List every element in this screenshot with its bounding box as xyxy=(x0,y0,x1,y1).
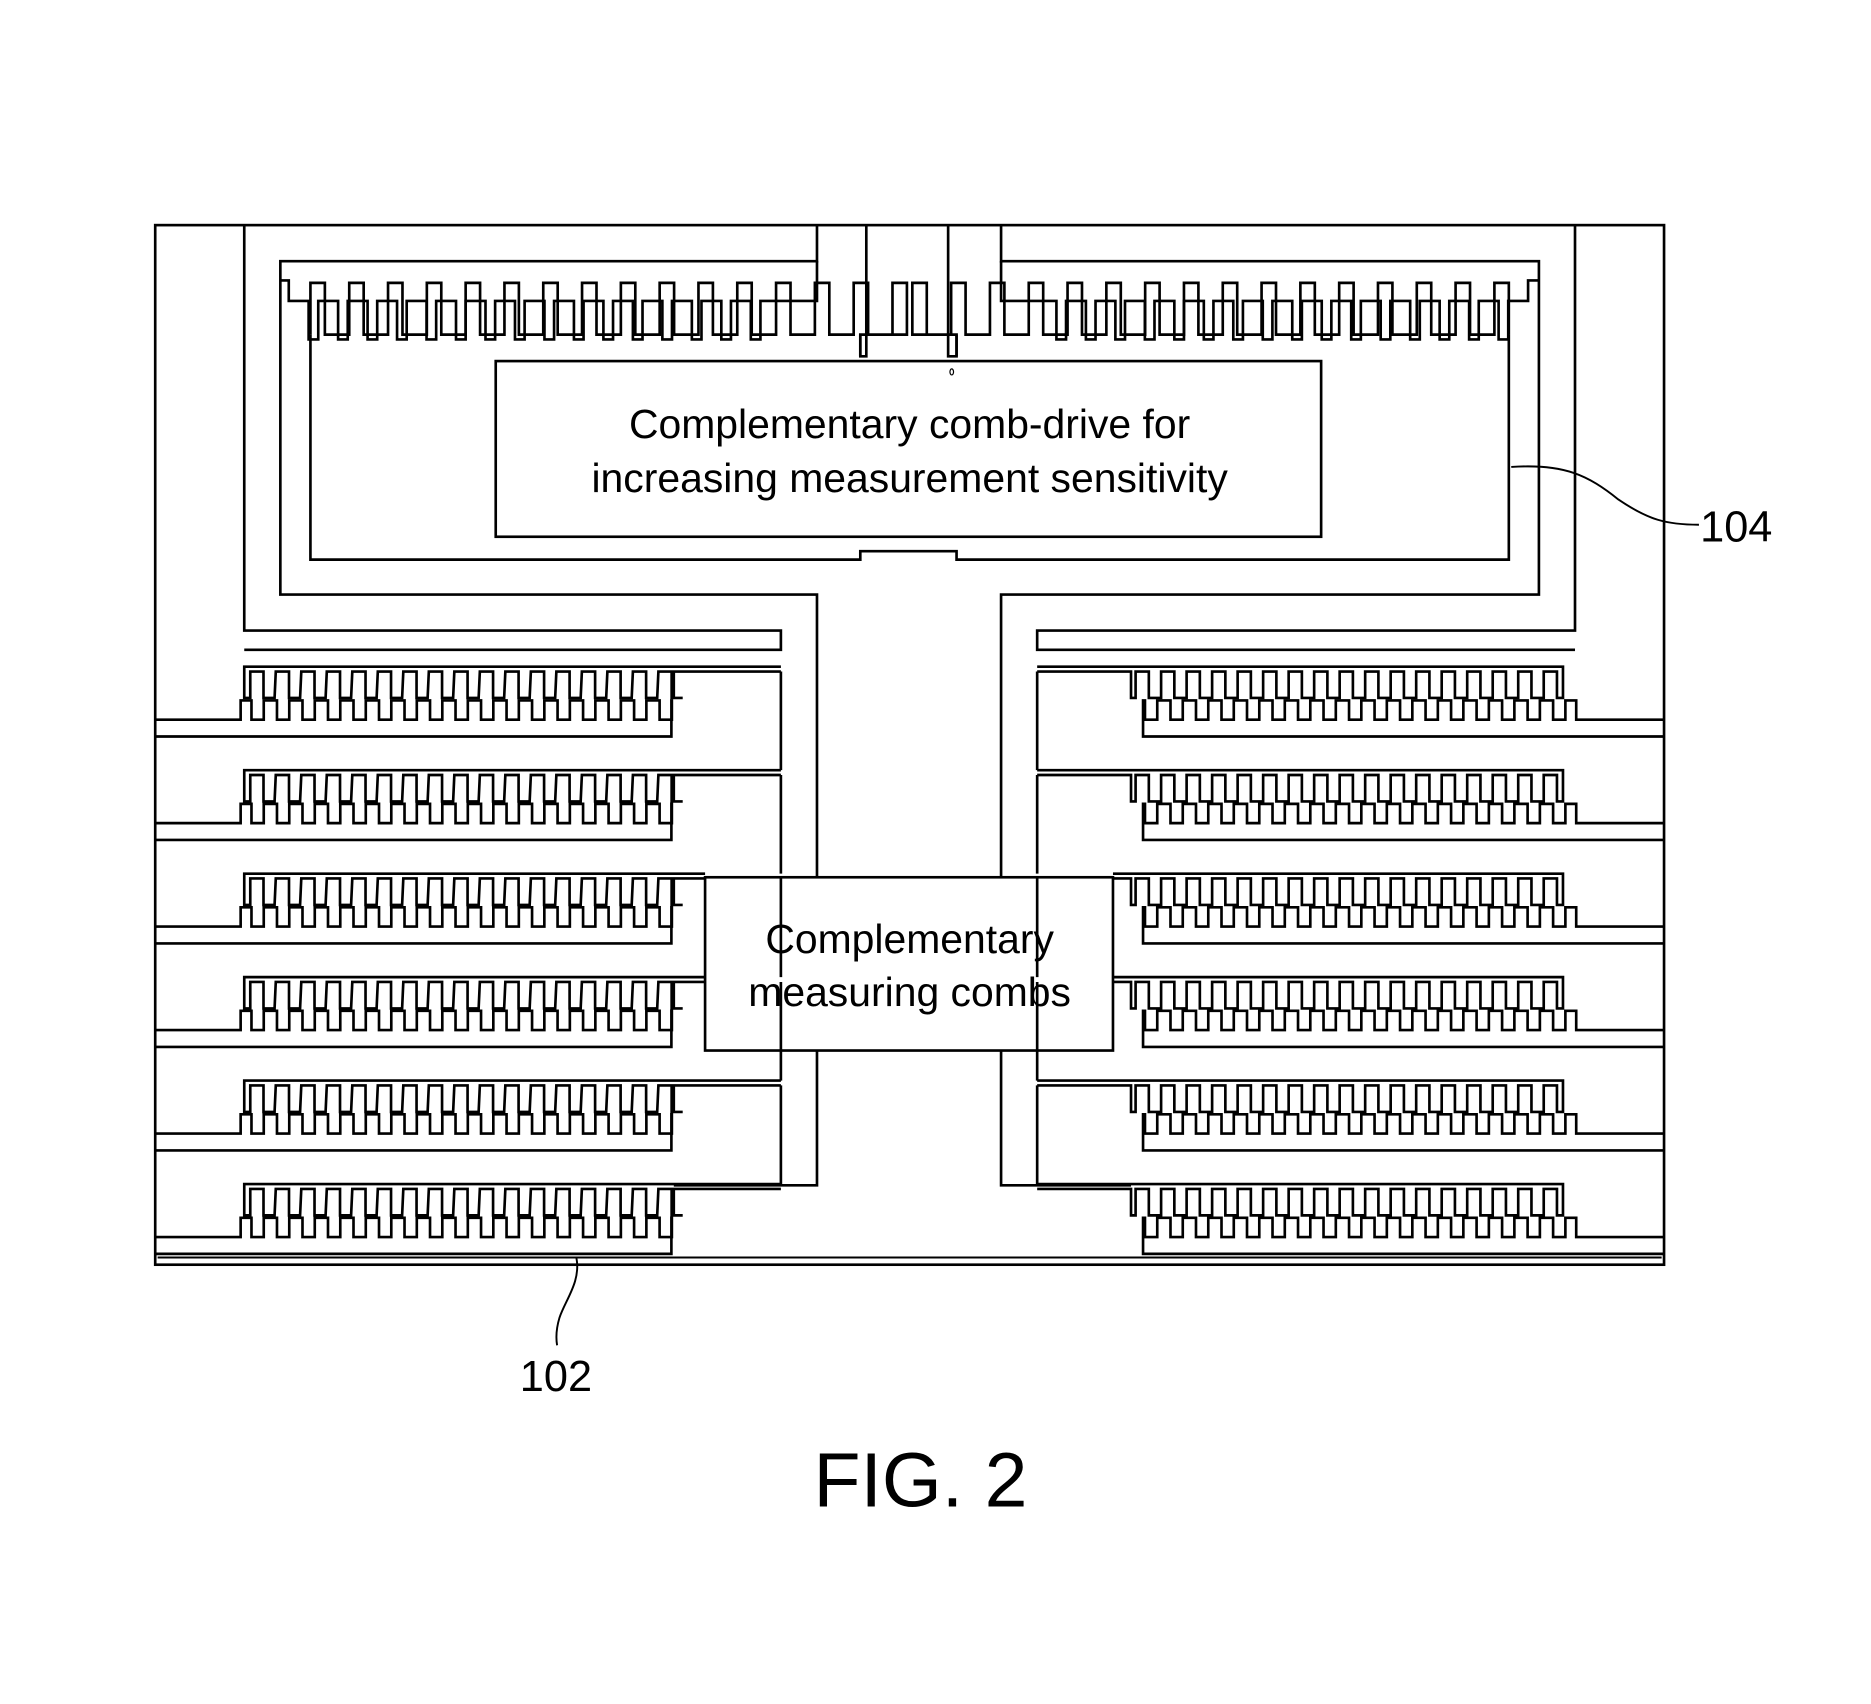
measuring-comb-stator-left xyxy=(155,1009,674,1049)
measuring-comb-stator-right xyxy=(1141,906,1665,945)
measuring-comb-rotor-right xyxy=(1037,1182,1565,1217)
figure-caption: FIG. 2 xyxy=(813,1438,1027,1524)
measuring-comb-rotor-left xyxy=(242,768,781,803)
measure-label-line2: measuring combs xyxy=(748,969,1071,1015)
measuring-comb-stator-left xyxy=(155,1216,674,1256)
drive-label-line2: increasing measurement sensitivity xyxy=(591,455,1228,501)
fig2-diagram: Complementary comb-drive for increasing … xyxy=(153,223,1772,1524)
measuring-comb-rotor-right xyxy=(1112,872,1565,907)
measuring-comb-rotor-right xyxy=(1037,768,1565,803)
measuring-comb-rotor-right xyxy=(1037,665,1565,700)
measuring-comb-rotor-left xyxy=(242,665,781,700)
drive-label-line1: Complementary comb-drive for xyxy=(629,401,1190,447)
measure-label-line1: Complementary xyxy=(765,916,1054,962)
measuring-comb-stator-right xyxy=(1141,1216,1665,1256)
drive-label-box xyxy=(494,359,1323,539)
measuring-comb-stator-right xyxy=(1141,802,1665,842)
leader-line-102 xyxy=(555,1257,579,1346)
measure-label-box xyxy=(703,875,1115,1052)
small-dot xyxy=(949,368,955,376)
measuring-comb-stator-left xyxy=(155,699,674,738)
measuring-comb-rotor-left xyxy=(242,1182,781,1217)
drive-inner-frame xyxy=(309,334,1511,561)
measuring-comb-rotor-right xyxy=(1112,975,1565,1010)
measuring-comb-stator-right xyxy=(1141,699,1665,738)
ref-numeral-104: 104 xyxy=(1700,504,1772,552)
measuring-comb-stator-left xyxy=(155,1112,674,1152)
shuttle-bottom-right xyxy=(999,1050,1132,1187)
measuring-comb-stator-right xyxy=(1141,1112,1665,1152)
measuring-comb-stator-left xyxy=(155,906,674,945)
ref-numeral-102: 102 xyxy=(520,1353,592,1401)
measuring-comb-rotor-left xyxy=(242,872,706,907)
measuring-comb-stator-right xyxy=(1141,1009,1665,1049)
measuring-comb-stator-left xyxy=(155,802,674,842)
measuring-comb-rotor-right xyxy=(1037,1079,1565,1114)
outer-frame xyxy=(153,223,1666,1267)
measuring-comb-rotor-left xyxy=(242,975,706,1010)
measuring-comb-rotor-left xyxy=(242,1079,781,1114)
drive-comb-group xyxy=(280,261,1539,357)
shuttle-bottom-left xyxy=(673,1050,819,1187)
